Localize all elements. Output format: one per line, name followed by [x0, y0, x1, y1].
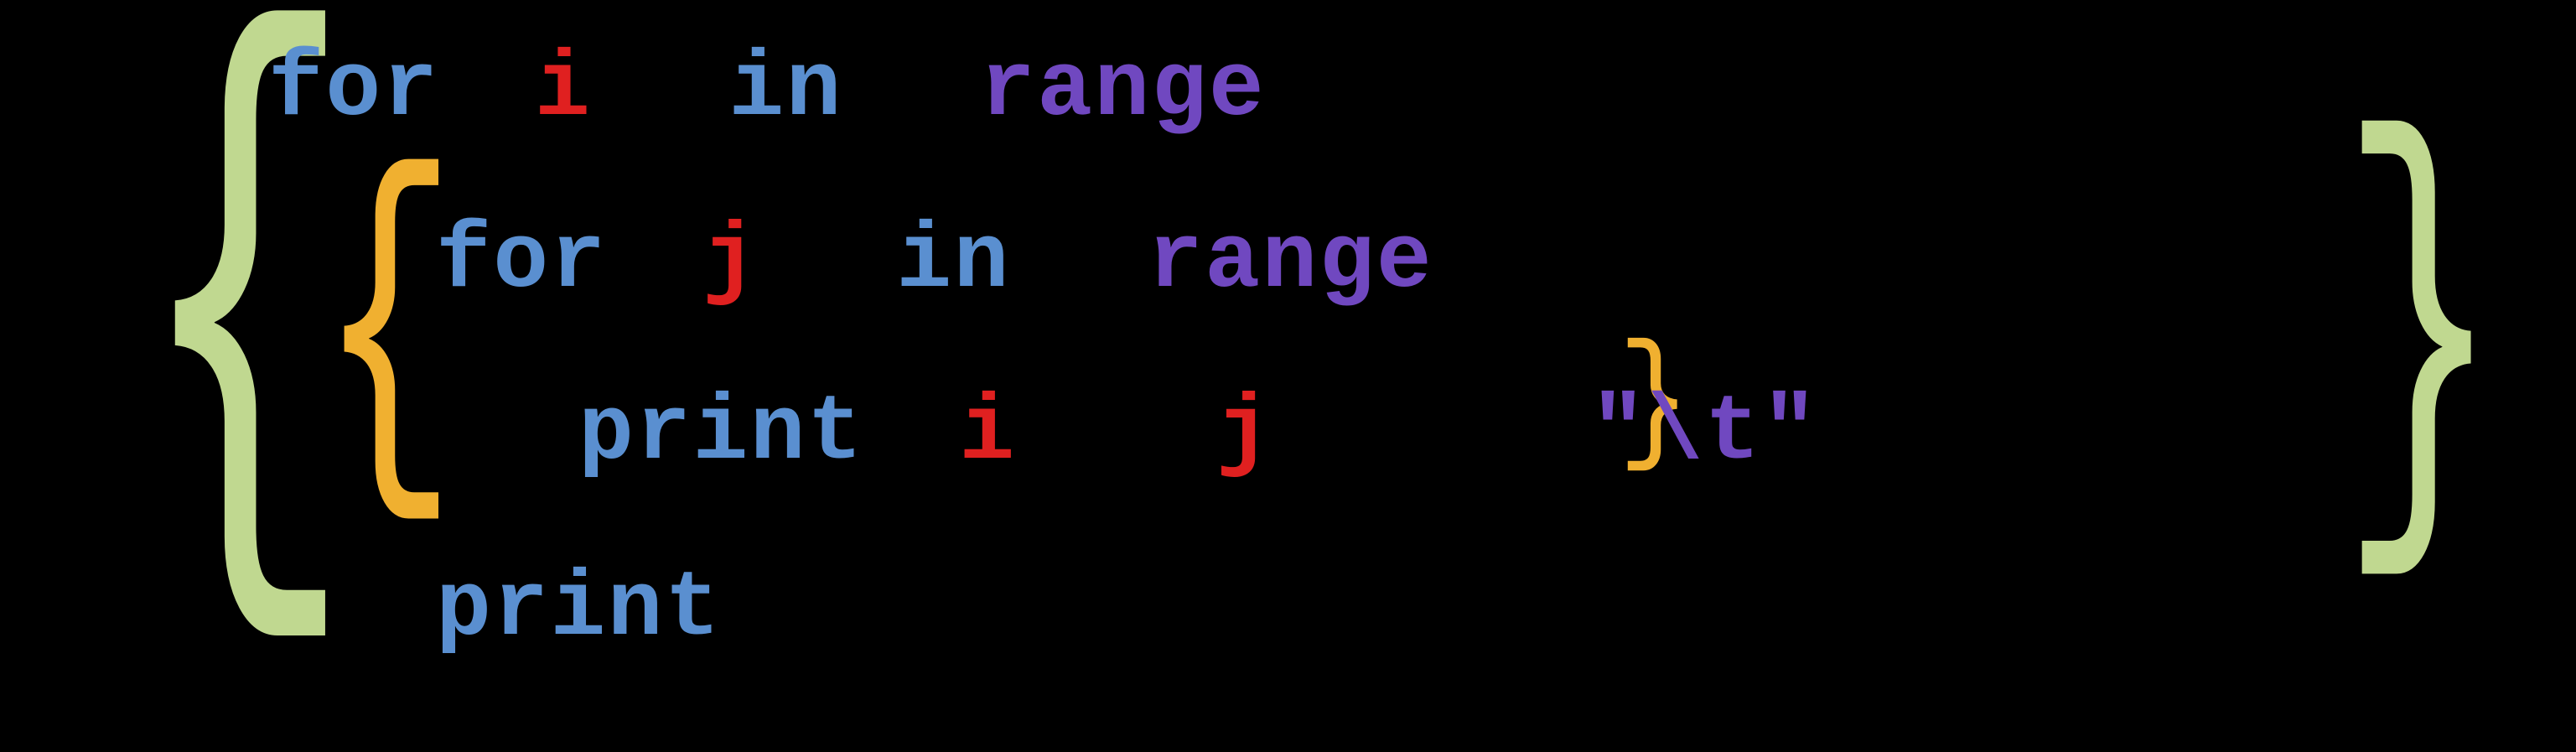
variable-i: i	[535, 38, 592, 143]
outer-brace-close: }	[2340, 126, 2501, 563]
code-line-4: print	[436, 558, 722, 662]
code-line-1: for i in range	[268, 38, 1266, 143]
variable-i: i	[959, 381, 1016, 486]
code-diagram: { } { } for i in range for j in range pr…	[0, 0, 2576, 752]
keyword-range: range	[1148, 210, 1433, 314]
keyword-print: print	[578, 381, 864, 486]
keyword-print: print	[436, 558, 722, 662]
code-line-2: for j in range	[436, 210, 1433, 314]
keyword-in: in	[728, 38, 842, 143]
variable-j: j	[1216, 381, 1273, 486]
code-line-3: print i j "\t"	[578, 381, 1819, 486]
keyword-for: for	[436, 210, 608, 314]
variable-j: j	[702, 210, 759, 314]
keyword-in: in	[896, 210, 1010, 314]
keyword-range: range	[980, 38, 1266, 143]
string-tab: "\t"	[1590, 381, 1819, 486]
keyword-for: for	[268, 38, 440, 143]
